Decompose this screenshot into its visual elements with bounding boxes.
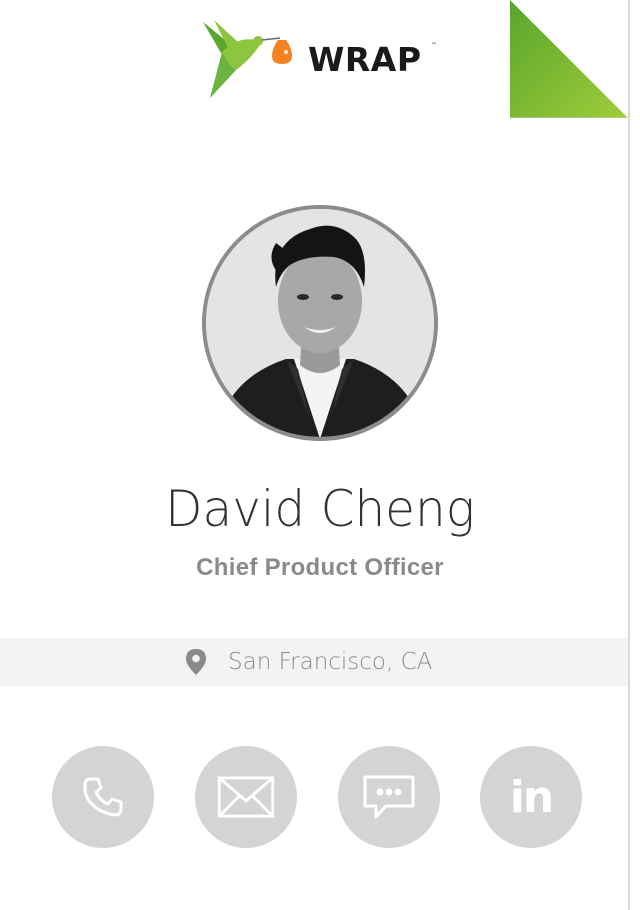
job-title: Chief Product Officer bbox=[196, 554, 444, 581]
call-button[interactable] bbox=[52, 746, 154, 848]
business-card: WRAP ™ David Cheng Chief Product Officer… bbox=[0, 0, 630, 910]
trademark-mark: ™ bbox=[431, 42, 437, 49]
portrait-image bbox=[206, 209, 434, 437]
map-pin-icon bbox=[186, 649, 206, 675]
contact-actions: in bbox=[52, 746, 592, 848]
logo-wordmark: WRAP bbox=[308, 40, 422, 79]
location-row: San Francisco, CA bbox=[186, 648, 432, 676]
linkedin-button[interactable]: in bbox=[480, 746, 582, 848]
page-curl-icon[interactable] bbox=[510, 0, 628, 118]
envelope-icon bbox=[217, 776, 275, 818]
phone-icon bbox=[83, 777, 123, 817]
hummingbird-icon bbox=[203, 20, 292, 98]
email-button[interactable] bbox=[195, 746, 297, 848]
person-name: David Cheng bbox=[165, 480, 475, 538]
linkedin-icon: in bbox=[509, 771, 554, 823]
location-text: San Francisco, CA bbox=[228, 649, 433, 675]
avatar bbox=[202, 205, 438, 441]
location-bar[interactable]: San Francisco, CA bbox=[0, 638, 628, 686]
chat-bubble-icon bbox=[363, 775, 415, 819]
message-button[interactable] bbox=[338, 746, 440, 848]
wrap-logo[interactable]: WRAP ™ bbox=[200, 18, 440, 100]
